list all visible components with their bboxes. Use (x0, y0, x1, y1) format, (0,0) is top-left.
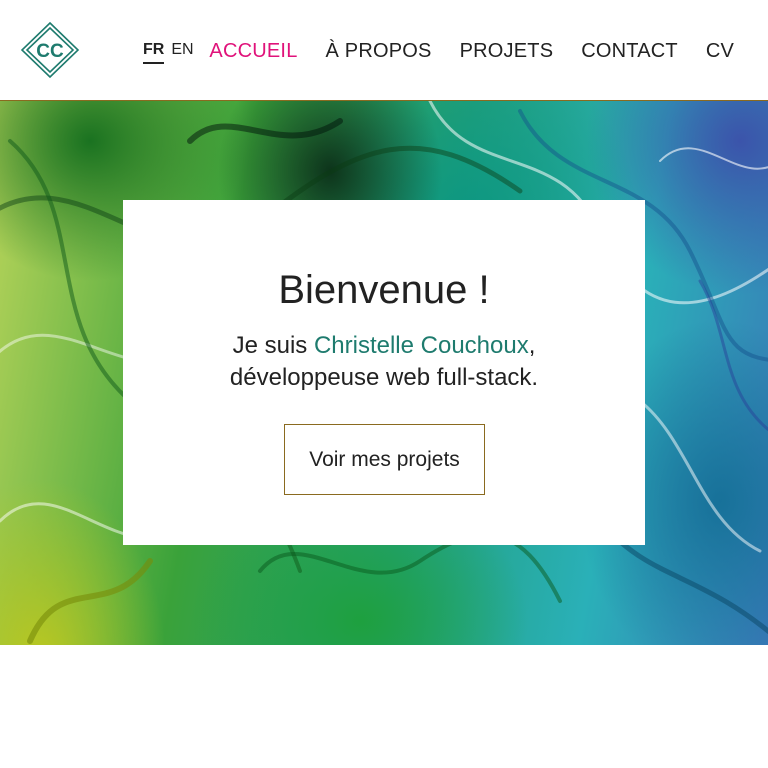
welcome-card: Bienvenue ! Je suis Christelle Couchoux,… (123, 200, 645, 545)
intro-prefix: Je suis (232, 332, 314, 359)
main-nav: ACCUEIL À PROPOS PROJETS CONTACT CV (209, 38, 734, 64)
nav-contact[interactable]: CONTACT (581, 38, 678, 64)
nav-projets[interactable]: PROJETS (460, 38, 554, 64)
site-header: CC FR EN ACCUEIL À PROPOS PROJETS CONTAC… (0, 0, 768, 101)
lang-fr[interactable]: FR (143, 40, 165, 64)
logo-text: CC (36, 41, 64, 62)
view-projects-button[interactable]: Voir mes projets (284, 424, 485, 495)
intro-suffix: , (528, 332, 536, 359)
author-role: développeuse web full-stack. (229, 364, 539, 391)
lang-en[interactable]: EN (171, 40, 193, 64)
nav-cv[interactable]: CV (706, 38, 734, 64)
welcome-title: Bienvenue ! (278, 268, 490, 312)
welcome-intro: Je suis Christelle Couchoux, développeuse… (123, 330, 645, 394)
language-switcher: FR EN (143, 40, 194, 64)
hero-section: Bienvenue ! Je suis Christelle Couchoux,… (0, 101, 768, 645)
logo-home-link[interactable]: CC (20, 21, 80, 79)
nav-accueil[interactable]: ACCUEIL (209, 38, 297, 64)
cc-logo-icon: CC (20, 21, 80, 79)
author-name: Christelle Couchoux (313, 332, 529, 359)
nav-a-propos[interactable]: À PROPOS (326, 38, 432, 64)
